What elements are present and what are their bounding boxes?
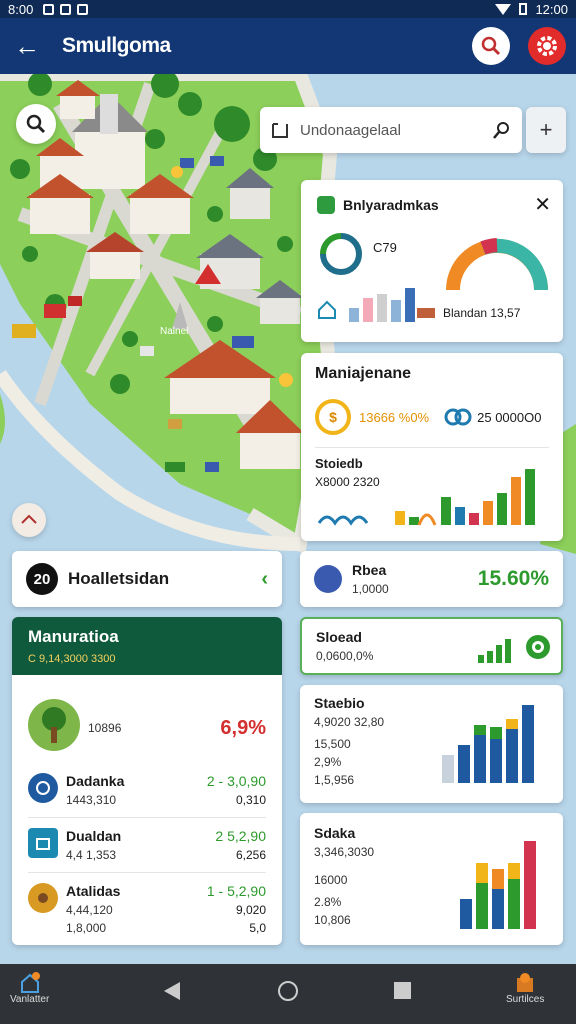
list-item-value-2: 9,020	[235, 903, 266, 917]
list-item-sub: 4,4 1,353	[66, 848, 117, 862]
map-locate-button[interactable]	[16, 104, 56, 144]
list-item-value-2: 6,256	[235, 848, 266, 862]
home-circle-icon	[278, 981, 298, 1001]
list-item-extra: 1,8,000	[66, 921, 107, 935]
download-icon	[77, 3, 89, 15]
rate-value: 1,0000	[352, 582, 389, 596]
compass-button[interactable]	[12, 503, 46, 537]
list-item-sub: 4,44,120	[66, 903, 113, 917]
coin-icon: $	[315, 399, 351, 435]
list-item-value-2: 0,310	[235, 793, 266, 807]
back-arrow-icon[interactable]: ←	[14, 31, 48, 62]
panel-title: Manuratioa	[28, 627, 119, 646]
status-time: 8:00	[8, 1, 34, 17]
search-button[interactable]	[472, 27, 510, 65]
list-item-value: 2 5,2,90	[215, 828, 266, 844]
wifi-icon	[495, 3, 512, 15]
list-item[interactable]: Dadanka 1443,310 2 - 3,0,90 0,310	[12, 773, 282, 807]
gear-icon	[537, 36, 557, 56]
list-item-name: Dualdan	[66, 828, 122, 844]
list-item-value: 1 - 5,2,90	[206, 883, 266, 899]
search-icon[interactable]	[492, 120, 512, 140]
nav-right-label: Surtilces	[506, 994, 545, 1005]
recents-button[interactable]	[393, 981, 413, 1001]
management-stat-2: 25 0000O0	[477, 409, 542, 425]
search-icon	[481, 36, 501, 56]
list-item-name: Atalidas	[66, 883, 121, 899]
tree-icon	[28, 699, 80, 751]
water-drop-icon	[314, 565, 342, 593]
battery-icon	[519, 3, 528, 15]
location-number: 20	[26, 563, 58, 595]
back-nav-button[interactable]	[162, 980, 182, 1002]
popup-title: Bnlyaradmkas	[343, 196, 439, 213]
panel-subtitle: C 9,14,3000 3300	[28, 653, 116, 665]
list-item-sub: 1443,310	[66, 793, 117, 807]
add-button[interactable]: +	[526, 107, 566, 153]
info-popup: Bnlyaradmkas ✕ C79 Blandan 13,57	[301, 180, 563, 342]
recents-square-icon	[394, 982, 411, 999]
map-place-label: Nalnel	[160, 326, 188, 337]
stats-card[interactable]: Staebio 4,9020 32,80 15,500 2,9% 1,5,956	[300, 685, 563, 803]
search-input[interactable]: Undonaagelaal	[300, 122, 492, 139]
resources-panel: Manuratioa C 9,14,3000 3300 10896 6,9% D…	[12, 617, 282, 945]
compass-icon	[21, 514, 37, 524]
list-item-name: Dadanka	[66, 773, 125, 789]
globe-icon	[28, 773, 58, 803]
list-item-value: 6,9%	[220, 717, 266, 739]
list-item[interactable]: Dualdan 4,4 1,353 2 5,2,90 6,256	[12, 828, 282, 862]
list-item-sub: 10896	[88, 721, 122, 735]
app-bar: ← Smullgoma	[0, 18, 576, 74]
map-frame-icon	[272, 123, 288, 138]
settings-button[interactable]	[528, 27, 566, 65]
chevron-left-icon[interactable]: ‹	[261, 568, 268, 591]
rate-percent: 15.60%	[477, 567, 549, 590]
stats-bar-chart	[442, 705, 534, 783]
management-bar-chart	[317, 469, 535, 526]
app-notification-icon	[60, 3, 72, 15]
popup-logo-icon	[317, 195, 335, 214]
services-nav-button[interactable]: Surtilces	[506, 972, 544, 1005]
status-clock: 12:00	[535, 1, 568, 17]
divider	[315, 447, 549, 448]
home-circle-button[interactable]	[277, 980, 299, 1002]
gauge-value: C79	[373, 240, 397, 255]
management-title: Maniajenane	[315, 365, 412, 382]
stocks-card[interactable]: Sdaka 3,346,3030 16000 2.8% 10,806	[300, 813, 563, 945]
map-search-bar[interactable]: Undonaagelaal	[260, 107, 522, 153]
list-item-extra-2: 5,0	[249, 921, 266, 935]
panel-header: Manuratioa C 9,14,3000 3300	[12, 617, 282, 675]
coin-icon	[28, 883, 58, 913]
speed-signal-chart	[478, 635, 550, 663]
divider	[28, 817, 266, 818]
bottom-navigation: Vanlatter Surtilces	[0, 964, 576, 1024]
list-item[interactable]: Atalidas 4,44,120 1,8,000 1 - 5,2,90 9,0…	[12, 883, 282, 935]
home-icon	[20, 972, 40, 993]
rate-card[interactable]: Rbea 1,0000 15.60%	[300, 551, 563, 607]
plus-icon: +	[539, 117, 553, 142]
status-bar: 8:00 12:00	[0, 0, 576, 18]
app-title: Smullgoma	[62, 34, 171, 57]
nav-left-label: Vanlatter	[10, 994, 50, 1005]
briefcase-icon	[28, 828, 58, 858]
rate-label: Rbea	[352, 562, 387, 578]
location-name: Hoalletsidan	[68, 569, 170, 588]
home-nav-button[interactable]: Vanlatter	[10, 972, 49, 1005]
list-item-value: 2 - 3,0,90	[206, 773, 266, 789]
stocks-bar-chart	[460, 841, 536, 929]
meter-label: Blandan 13,57	[443, 306, 521, 320]
management-card[interactable]: Maniajenane $ 13666 %0% 25 0000O0 Stoied…	[301, 353, 563, 541]
notification-icon	[43, 3, 55, 15]
list-item[interactable]: 10896 6,9%	[12, 699, 282, 751]
close-icon[interactable]: ✕	[534, 192, 551, 217]
back-triangle-icon	[164, 982, 180, 1000]
speed-card[interactable]: Sloead 0,0600,0%	[300, 617, 563, 675]
management-stat-1: 13666 %0%	[359, 409, 430, 425]
link-icon	[444, 408, 472, 426]
services-icon	[517, 973, 534, 992]
magnifier-icon	[26, 114, 46, 134]
location-card[interactable]: 20 Hoalletsidan ‹	[12, 551, 282, 607]
divider	[28, 872, 266, 873]
